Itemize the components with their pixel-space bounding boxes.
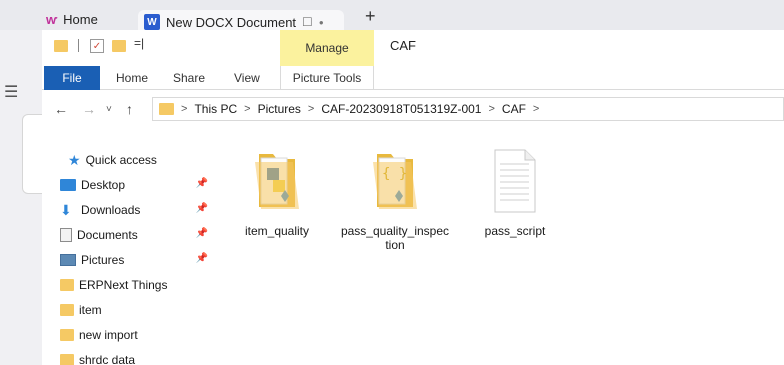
file-item-label: item_quality (244, 224, 310, 238)
nav-item-label: Documents (77, 228, 138, 242)
tab-home[interactable]: Home (116, 66, 148, 90)
new-tab-button[interactable]: + (365, 6, 376, 27)
json-folder-icon: { } (365, 146, 425, 216)
nav-item-desktop[interactable]: Desktop 📌 (60, 175, 210, 195)
nav-quick-access-label: Quick access (85, 153, 157, 167)
file-item-item-quality[interactable]: item_quality (222, 146, 332, 238)
file-list: item_quality { } pass_quality_inspection (206, 128, 784, 365)
tab-box-icon[interactable]: ☐ (302, 15, 313, 29)
folder-icon (60, 329, 74, 341)
forward-arrow-icon[interactable]: → (82, 101, 96, 117)
address-folder-icon (159, 103, 174, 115)
nav-item-pictures[interactable]: Pictures 📌 (60, 250, 210, 270)
file-item-label: pass_script (484, 224, 546, 238)
nav-item-erpnext-things[interactable]: ERPNext Things (60, 275, 210, 295)
file-explorer-window: ✓ =| Manage CAF File Home Share View Pic… (42, 30, 784, 365)
breadcrumb-pictures[interactable]: Pictures (258, 102, 301, 116)
navigation-pane: ★ Quick access Desktop 📌 ⬇ Downloads 📌 D… (42, 128, 208, 365)
breadcrumb-separator[interactable]: > (181, 103, 187, 115)
folder-icon (60, 304, 74, 316)
downloads-icon: ⬇ (60, 202, 72, 218)
hamburger-menu-icon[interactable]: ☰ (4, 82, 18, 102)
nav-quick-access[interactable]: ★ Quick access (68, 150, 218, 170)
nav-item-label: Downloads (81, 203, 141, 217)
window-title: CAF (390, 38, 416, 53)
breadcrumb-caf-archive[interactable]: CAF-20230918T051319Z-001 (321, 102, 481, 116)
ribbon-tab-bar: File Home Share View Picture Tools (42, 66, 784, 90)
breadcrumb-separator[interactable]: > (308, 103, 314, 115)
nav-item-documents[interactable]: Documents 📌 (60, 225, 210, 245)
nav-item-downloads[interactable]: ⬇ Downloads 📌 (60, 200, 210, 220)
breadcrumb-separator[interactable]: > (488, 103, 494, 115)
desktop-icon (60, 179, 76, 191)
folder-icon (60, 279, 74, 291)
file-item-pass-script[interactable]: pass_script (460, 146, 570, 238)
nav-item-label: Pictures (81, 253, 125, 267)
nav-item-label: ERPNext Things (79, 278, 168, 292)
address-row: ← → ˅ ↑ > This PC > Pictures > CAF-20230… (42, 90, 784, 128)
nav-item-label: Desktop (81, 178, 126, 192)
browser-tab-docx-label: New DOCX Document (166, 14, 297, 30)
python-folder-icon (247, 146, 307, 216)
nav-item-label: item (79, 303, 102, 317)
qat-customize-dropdown[interactable]: =| (134, 36, 144, 50)
breadcrumb-separator[interactable]: > (244, 103, 250, 115)
tab-share[interactable]: Share (173, 66, 205, 90)
file-item-pass-quality-inspection[interactable]: { } pass_quality_inspection (340, 146, 450, 252)
tab-picture-tools[interactable]: Picture Tools (280, 66, 374, 90)
documents-icon (60, 228, 72, 242)
nav-item-new-import[interactable]: new import (60, 325, 210, 345)
breadcrumb-separator[interactable]: > (533, 103, 539, 115)
word-icon: W (144, 14, 160, 30)
breadcrumb-this-pc[interactable]: This PC (194, 102, 237, 116)
home-app-icon: ⱳ (46, 11, 58, 27)
new-folder-icon[interactable] (112, 40, 126, 52)
nav-item-item[interactable]: item (60, 300, 210, 320)
nav-item-label: new import (79, 328, 138, 342)
quick-access-toolbar: ✓ =| Manage CAF (42, 30, 784, 66)
text-file-icon (485, 146, 545, 216)
pictures-icon (60, 254, 76, 266)
tab-unsaved-dot-icon: ● (318, 17, 324, 27)
browser-tab-home-label: Home (63, 11, 98, 27)
properties-check-icon[interactable]: ✓ (90, 39, 104, 53)
address-bar[interactable]: > This PC > Pictures > CAF-20230918T0513… (152, 97, 784, 121)
back-arrow-icon[interactable]: ← (54, 101, 68, 117)
manage-contextual-tab[interactable]: Manage (280, 30, 374, 66)
tab-view[interactable]: View (234, 66, 260, 90)
background-app-panel: ☰ (0, 30, 52, 365)
breadcrumb-caf[interactable]: CAF (502, 102, 526, 116)
star-icon: ★ (68, 151, 81, 168)
qat-divider (78, 39, 79, 52)
up-arrow-icon[interactable]: ↑ (126, 101, 133, 117)
nav-item-label: shrdc data (79, 353, 136, 365)
recent-locations-chevron-icon[interactable]: ˅ (106, 104, 112, 115)
nav-item-shrdc-data[interactable]: shrdc data (60, 350, 210, 365)
browser-tab-strip: ⱳ Home W New DOCX Document ☐ ● + (0, 0, 784, 34)
qat-folder-icon[interactable] (54, 40, 68, 52)
tab-file[interactable]: File (44, 66, 100, 90)
file-item-label: pass_quality_inspection (340, 224, 450, 252)
folder-icon (60, 354, 74, 365)
browser-tab-home[interactable]: ⱳ Home (46, 8, 98, 30)
